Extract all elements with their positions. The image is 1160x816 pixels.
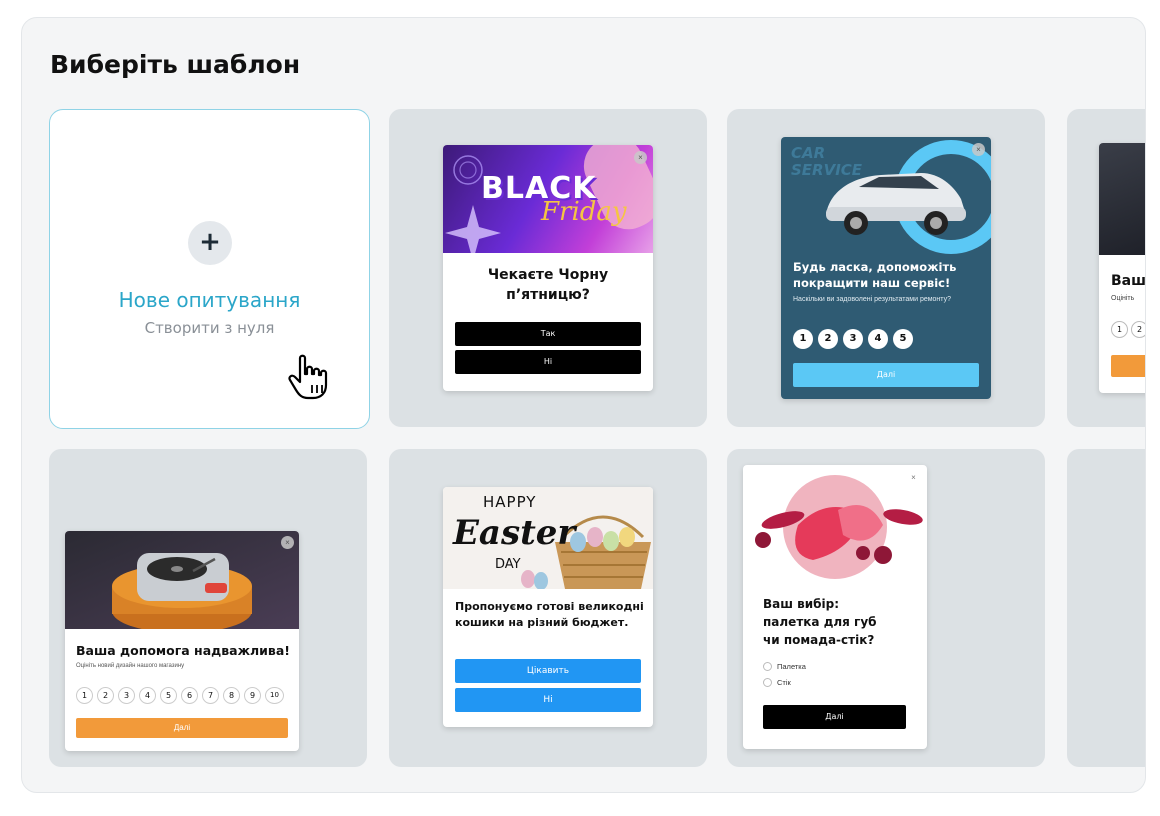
answer-button-no[interactable]: Ні [455,688,641,712]
next-button[interactable]: Далі [793,363,979,387]
option-label: Палетка [777,662,806,671]
interested-button[interactable]: Цікавить [455,659,641,683]
rating-option[interactable]: 2 [818,329,838,349]
black-friday-banner: BLACK Friday [443,145,653,253]
template-tile-turntable[interactable]: × Ваша допомога надважлива! Оцініть нови… [49,449,367,767]
rating-option[interactable]: 2 [1131,321,1145,338]
answer-button-yes[interactable]: Так [455,322,641,346]
new-survey-tile[interactable]: + Нове опитування Створити з нуля [49,109,370,429]
template-card: CAR SERVICE × Будь ласка, допоможіть пок… [781,137,991,399]
panel-title: Виберіть шаблон [50,50,301,79]
partial-title: Ваш [1111,273,1146,289]
option-label: Стік [777,678,791,687]
black-friday-subtitle: Friday [541,197,627,227]
turntable-subtext: Оцініть новий дизайн нашого магазину [76,663,185,669]
partial-subtext: Оцініть [1111,295,1135,302]
template-card: Ваш Оцініть 1 2 [1099,143,1146,393]
close-icon[interactable]: × [281,536,294,549]
easter-banner-easter: Easter [453,513,576,553]
black-friday-question: Чекаєте Чорну п’ятницю? [487,267,609,303]
rating-option[interactable]: 4 [139,687,156,704]
turntable-question: Ваша допомога надважлива! [76,643,290,658]
new-survey-subtitle: Створити з нуля [144,319,275,337]
rating-option[interactable]: 7 [202,687,219,704]
close-icon[interactable]: × [972,143,985,156]
template-tile-easter[interactable]: HAPPY Easter DAY Пропонуємо готові велик… [389,449,707,767]
template-tile-partial[interactable]: Ваш Оцініть 1 2 [1067,109,1146,427]
car-service-subtext: Наскільки ви задоволені результатами рем… [793,296,951,303]
rating-option[interactable]: 5 [893,329,913,349]
easter-banner-happy: HAPPY [483,493,537,511]
partial-banner [1099,143,1145,255]
rating-option[interactable]: 3 [118,687,135,704]
rating-option[interactable]: 3 [843,329,863,349]
rating-option[interactable]: 6 [181,687,198,704]
hand-cursor-icon [288,354,328,400]
close-icon[interactable]: × [907,471,920,484]
plus-icon[interactable]: + [188,221,232,265]
rating-option[interactable]: 5 [160,687,177,704]
car-service-banner-text: CAR SERVICE [791,144,863,179]
template-picker-panel: Виберіть шаблон + Нове опитування Створи… [21,17,1146,793]
option-radio[interactable] [763,678,772,687]
template-tile-black-friday[interactable]: BLACK Friday × Чекаєте Чорну п’ятницю? Т… [389,109,707,427]
rating-option[interactable]: 10 [265,687,284,704]
next-button[interactable]: Далі [763,705,906,729]
rating-option[interactable]: 1 [793,329,813,349]
close-icon[interactable]: × [634,151,647,164]
car-service-question: Будь ласка, допоможіть покращити наш сер… [793,260,957,290]
next-button[interactable] [1111,355,1145,377]
turntable-banner [65,531,299,629]
new-survey-title: Нове опитування [118,288,301,312]
template-tile-empty[interactable] [1067,449,1145,767]
answer-button-no[interactable]: Ні [455,350,641,374]
option-radio[interactable] [763,662,772,671]
template-tile-car-service[interactable]: CAR SERVICE × Будь ласка, допоможіть пок… [727,109,1045,427]
lipstick-banner [755,475,923,579]
template-card: × Ваша допомога надважлива! Оцініть нови… [65,531,299,751]
next-button[interactable]: Далі [76,718,288,738]
easter-question: Пропонуємо готові великодні кошики на рі… [455,600,644,629]
rating-option[interactable]: 9 [244,687,261,704]
easter-banner-day: DAY [495,557,521,572]
template-card: HAPPY Easter DAY Пропонуємо готові велик… [443,487,653,727]
rating-option[interactable]: 1 [1111,321,1128,338]
template-card: × Ваш вибір: палетка для губ чи помада-с… [743,465,927,749]
template-tile-lipstick[interactable]: × Ваш вибір: палетка для губ чи помада-с… [727,449,1045,767]
rating-option[interactable]: 2 [97,687,114,704]
rating-option[interactable]: 1 [76,687,93,704]
rating-option[interactable]: 8 [223,687,240,704]
template-card: BLACK Friday × Чекаєте Чорну п’ятницю? Т… [443,145,653,391]
lipstick-question: Ваш вибір: палетка для губ чи помада-сті… [763,597,877,647]
rating-option[interactable]: 4 [868,329,888,349]
